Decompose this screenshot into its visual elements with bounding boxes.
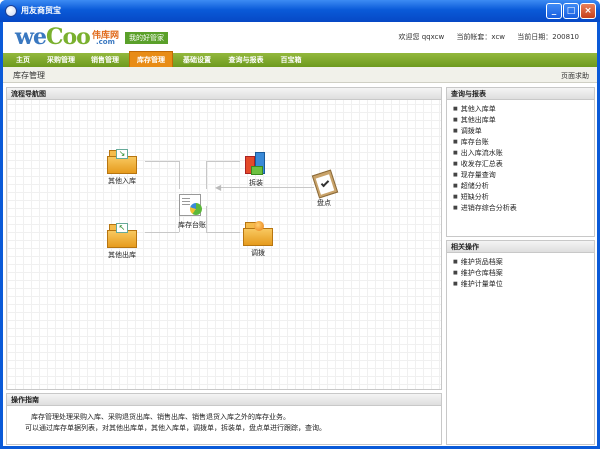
- flow-node-label: 盘点: [317, 199, 331, 207]
- link-stock-query[interactable]: 现存量查询: [453, 170, 594, 181]
- tab-home[interactable]: 主页: [9, 53, 37, 67]
- folder-in-icon: ↘: [107, 148, 137, 174]
- flow-node-transfer[interactable]: 调拨: [243, 220, 273, 258]
- clipboard-icon: [309, 169, 339, 199]
- minimize-button[interactable]: _: [546, 3, 562, 19]
- connector-line: [179, 161, 180, 189]
- flow-node-label: 调拨: [251, 249, 265, 257]
- blocks-icon: [241, 150, 271, 176]
- user-info: 欢迎您 qqxcw 当前帐套：xcw 当前日期：200810: [388, 32, 579, 42]
- flow-node-check[interactable]: 盘点: [309, 169, 339, 208]
- query-panel-title: 查询与报表: [447, 88, 594, 100]
- header: weCoo 伟库网 .com 我的好管家 欢迎您 qqxcw 当前帐套：xcw …: [3, 22, 597, 52]
- related-panel-title: 相关操作: [447, 241, 594, 253]
- link-transfer-doc[interactable]: 调拨单: [453, 126, 594, 137]
- flow-node-label: 其他出库: [108, 251, 136, 259]
- flow-panel: 流程导航图 ◀ ↘ 其他入库 拆装 库存台账 盘点 ↖ 其他出库 调拨: [6, 87, 442, 390]
- connector-line: [206, 161, 207, 189]
- query-list: 其他入库单 其他出库单 调拨单 库存台账 出入库流水账 收发存汇总表 现存量查询…: [447, 100, 594, 214]
- app-icon: [5, 5, 17, 17]
- main-nav: 主页 采购管理 销售管理 库存管理 基础设置 查询与报表 百宝箱: [3, 51, 597, 67]
- related-list: 维护货品档案 维护仓库档案 维护计量单位: [447, 253, 594, 290]
- guide-panel-title: 操作指南: [7, 394, 441, 406]
- slogan-badge: 我的好管家: [125, 32, 168, 44]
- connector-line: [145, 161, 179, 162]
- connector-line: [145, 232, 179, 233]
- link-other-out-doc[interactable]: 其他出库单: [453, 115, 594, 126]
- flow-node-label: 拆装: [249, 179, 263, 187]
- link-other-in-doc[interactable]: 其他入库单: [453, 104, 594, 115]
- flow-node-other-out[interactable]: ↖ 其他出库: [107, 222, 137, 260]
- folder-transfer-icon: [243, 220, 273, 246]
- user-welcome: 欢迎您 qqxcw: [398, 33, 445, 41]
- page-title: 库存管理: [13, 71, 45, 80]
- flow-node-ledger[interactable]: 库存台账: [177, 192, 207, 230]
- ledger-chart-icon: [177, 192, 207, 218]
- link-comprehensive-report[interactable]: 进销存综合分析表: [453, 203, 594, 214]
- connector-line: [206, 232, 240, 233]
- link-maintain-units[interactable]: 维护计量单位: [453, 279, 594, 290]
- window-title: 用友商贸宝: [21, 6, 61, 15]
- logo-coo: Coo: [45, 24, 91, 50]
- guide-panel: 操作指南 库存管理处理采购入库、采购退货出库、销售出库、销售退货入库之外的库存业…: [6, 393, 442, 445]
- flow-node-split[interactable]: 拆装: [241, 150, 271, 188]
- link-in-out-journal[interactable]: 出入库流水账: [453, 148, 594, 159]
- flow-node-label: 其他入库: [108, 177, 136, 185]
- client-area: weCoo 伟库网 .com 我的好管家 欢迎您 qqxcw 当前帐套：xcw …: [3, 22, 597, 446]
- folder-out-icon: ↖: [107, 222, 137, 248]
- flow-node-other-in[interactable]: ↘ 其他入库: [107, 148, 137, 186]
- guide-text: 库存管理处理采购入库、采购退货出库、销售出库、销售退货入库之外的库存业务。: [31, 413, 290, 421]
- flow-node-label: 库存台账: [178, 221, 206, 229]
- link-maintain-goods[interactable]: 维护货品档案: [453, 257, 594, 268]
- related-ops-panel: 相关操作 维护货品档案 维护仓库档案 维护计量单位: [446, 240, 595, 445]
- maximize-button[interactable]: □: [563, 3, 579, 19]
- title-bar[interactable]: 用友商贸宝 _ □ ×: [0, 0, 600, 22]
- app-window: 用友商贸宝 _ □ × weCoo 伟库网 .com 我的好管家 欢迎您 qqx…: [0, 0, 600, 449]
- tab-sales[interactable]: 销售管理: [85, 53, 125, 67]
- page-help-link[interactable]: 页面求助: [561, 71, 589, 81]
- current-account: 当前帐套：xcw: [456, 33, 506, 41]
- query-reports-panel: 查询与报表 其他入库单 其他出库单 调拨单 库存台账 出入库流水账 收发存汇总表…: [446, 87, 595, 237]
- link-summary-report[interactable]: 收发存汇总表: [453, 159, 594, 170]
- link-shortage-analysis[interactable]: 短缺分析: [453, 192, 594, 203]
- logo-com: .com: [96, 38, 115, 46]
- link-overstock-analysis[interactable]: 超储分析: [453, 181, 594, 192]
- current-date: 当前日期：200810: [517, 33, 579, 41]
- flow-panel-title: 流程导航图: [7, 88, 441, 100]
- tab-reports[interactable]: 查询与报表: [221, 53, 271, 67]
- tab-inventory[interactable]: 库存管理: [129, 51, 173, 67]
- tab-settings[interactable]: 基础设置: [177, 53, 217, 67]
- link-stock-ledger[interactable]: 库存台账: [453, 137, 594, 148]
- logo[interactable]: weCoo: [15, 24, 91, 50]
- link-maintain-warehouse[interactable]: 维护仓库档案: [453, 268, 594, 279]
- arrow-left-icon: ◀: [215, 183, 222, 192]
- sub-bar: 库存管理 页面求助: [3, 67, 597, 83]
- connector-line: [206, 161, 240, 162]
- close-button[interactable]: ×: [580, 3, 596, 19]
- tab-purchase[interactable]: 采购管理: [41, 53, 81, 67]
- logo-we: we: [15, 24, 47, 50]
- guide-text: 可以通过库存单据列表，对其他出库单，其他入库单，调拨单，拆装单，盘点单进行跟踪，…: [25, 424, 326, 432]
- tab-toolbox[interactable]: 百宝箱: [275, 53, 307, 67]
